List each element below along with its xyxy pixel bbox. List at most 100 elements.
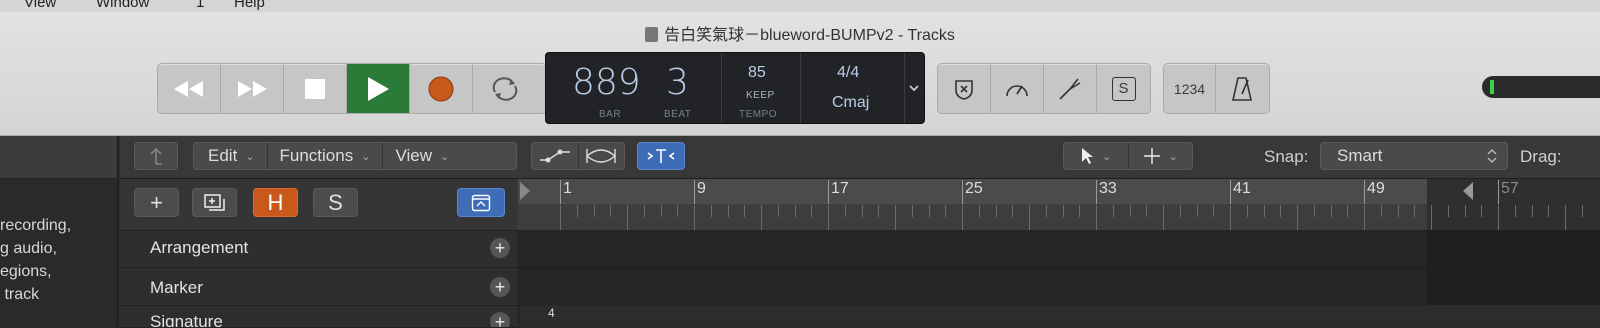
ruler-tick: [1532, 205, 1533, 217]
gauge-icon: [1006, 84, 1028, 96]
window-title: 告白笑氣球－blueword-BUMPv2 - Tracks: [0, 21, 1600, 45]
tempo-display[interactable]: 85 KEEP TEMPO: [722, 53, 801, 123]
signature-lane-value: 4: [548, 306, 555, 320]
global-track-arrangement[interactable]: Arrangement +: [120, 231, 518, 268]
play-button[interactable]: [347, 64, 410, 113]
global-tracks-button[interactable]: [457, 188, 505, 217]
ruler-major-tick: [828, 180, 829, 204]
chevron-down-icon: ⌄: [361, 150, 371, 163]
smart-controls-button[interactable]: S: [1097, 64, 1150, 113]
catch-button[interactable]: [134, 142, 178, 170]
ruler-tick: [1063, 205, 1064, 217]
ruler-tick: [1515, 205, 1516, 217]
rewind-button[interactable]: [158, 64, 221, 113]
stop-button[interactable]: [284, 64, 347, 113]
low-latency-button[interactable]: [938, 64, 991, 113]
ruler-tick: [1481, 205, 1482, 217]
chevron-down-icon: ⌄: [1168, 150, 1178, 163]
left-locator-icon[interactable]: [518, 180, 532, 202]
signature-key-display[interactable]: 4/4 Cmaj: [801, 53, 905, 123]
ruler-tick: [661, 205, 662, 217]
cpu-meter-button[interactable]: [991, 64, 1044, 113]
ruler-tick: [560, 205, 561, 230]
project-end-icon[interactable]: [1461, 180, 1475, 202]
signature-lane[interactable]: 4: [520, 305, 1600, 327]
command-click-tool[interactable]: ⌄: [1129, 143, 1193, 169]
edit-menu[interactable]: Edit ⌄: [194, 143, 268, 169]
functions-menu-label: Functions: [279, 146, 354, 165]
cycle-button[interactable]: [473, 64, 536, 113]
lcd-menu-button[interactable]: [904, 53, 924, 123]
duplicate-track-icon: [203, 193, 225, 211]
ruler-tick: [1096, 205, 1097, 230]
stop-icon: [305, 78, 325, 99]
count-in-metronome: 1234: [1163, 63, 1270, 114]
position-display[interactable]: 889 3 BAR BEAT: [546, 53, 722, 123]
new-track-button[interactable]: +: [134, 188, 179, 217]
ruler-tick: [795, 205, 796, 217]
ruler-tick: [1264, 205, 1265, 217]
key-signature: Cmaj: [832, 94, 870, 111]
ruler-tick: [577, 205, 578, 217]
ruler-tick: [627, 205, 628, 230]
ruler-major-tick: [1096, 180, 1097, 204]
hide-tracks-button[interactable]: H: [253, 188, 298, 217]
ruler-tick: [962, 205, 963, 230]
track-header-controls: + H S: [120, 179, 518, 231]
lcd-display[interactable]: 889 3 BAR BEAT 85 KEEP TEMPO 4/4 Cmaj: [545, 52, 925, 124]
add-icon[interactable]: +: [490, 238, 510, 258]
ruler-bar-label: 25: [965, 180, 983, 197]
marquee-filter-button[interactable]: [637, 142, 685, 170]
chevron-down-icon: ⌄: [245, 150, 255, 163]
flex-icon: [586, 149, 617, 163]
menu-view[interactable]: View: [24, 0, 56, 11]
solo-button[interactable]: S: [313, 188, 358, 217]
functions-menu[interactable]: Functions ⌄: [268, 143, 384, 169]
fast-forward-button[interactable]: [221, 64, 284, 113]
ruler-tick: [912, 205, 913, 217]
pointer-icon: [1082, 148, 1094, 164]
ruler-tick: [895, 205, 896, 230]
ruler-tick: [945, 205, 946, 217]
ruler-tick: [862, 205, 863, 217]
global-tracks-icon: [471, 194, 491, 211]
ruler-major-tick: [962, 180, 963, 204]
beat-value: 3: [666, 62, 689, 103]
ruler-bar-label: 9: [697, 180, 706, 197]
ruler-tick: [1414, 205, 1415, 217]
tracks-toolbar: Edit ⌄ Functions ⌄ View ⌄ ⌄ ⌄ Snap: Smart D…: [120, 136, 1600, 179]
add-icon[interactable]: +: [490, 277, 510, 297]
global-track-marker[interactable]: Marker +: [120, 268, 518, 306]
ruler-tick: [761, 205, 762, 230]
global-track-name: Marker: [150, 278, 203, 297]
add-icon[interactable]: +: [490, 312, 510, 327]
tuning-fork-icon: [1059, 78, 1081, 100]
menu-1[interactable]: 1: [196, 0, 204, 11]
tuner-button[interactable]: [1044, 64, 1097, 113]
snap-value: Smart: [1337, 146, 1383, 165]
menu-window[interactable]: Window: [96, 0, 149, 11]
global-track-signature[interactable]: Signature +: [120, 306, 518, 328]
fast-forward-icon: [238, 80, 267, 97]
ruler-tick: [1130, 205, 1131, 217]
count-in-button[interactable]: 1234: [1164, 64, 1216, 113]
inspector-header: [0, 136, 117, 179]
new-track-duplicate-button[interactable]: [192, 188, 237, 217]
metronome-button[interactable]: [1216, 64, 1268, 113]
transport-controls: [157, 63, 547, 114]
view-menu[interactable]: View ⌄: [383, 143, 461, 169]
automation-button[interactable]: [532, 143, 579, 169]
flex-button[interactable]: [579, 143, 625, 169]
ruler-tick: [728, 205, 729, 217]
filter-icon: [647, 149, 675, 163]
local-menus: Edit ⌄ Functions ⌄ View ⌄: [193, 142, 517, 170]
ruler-tick: [1465, 205, 1466, 217]
snap-select[interactable]: Smart: [1320, 142, 1508, 170]
ruler-tick: [778, 205, 779, 217]
left-click-tool[interactable]: ⌄: [1064, 143, 1129, 169]
menu-help[interactable]: Help: [234, 0, 265, 11]
view-menu-label: View: [395, 146, 432, 165]
record-button[interactable]: [410, 64, 473, 113]
bar-label: BAR: [599, 109, 622, 120]
ruler-tick: [1012, 205, 1013, 217]
